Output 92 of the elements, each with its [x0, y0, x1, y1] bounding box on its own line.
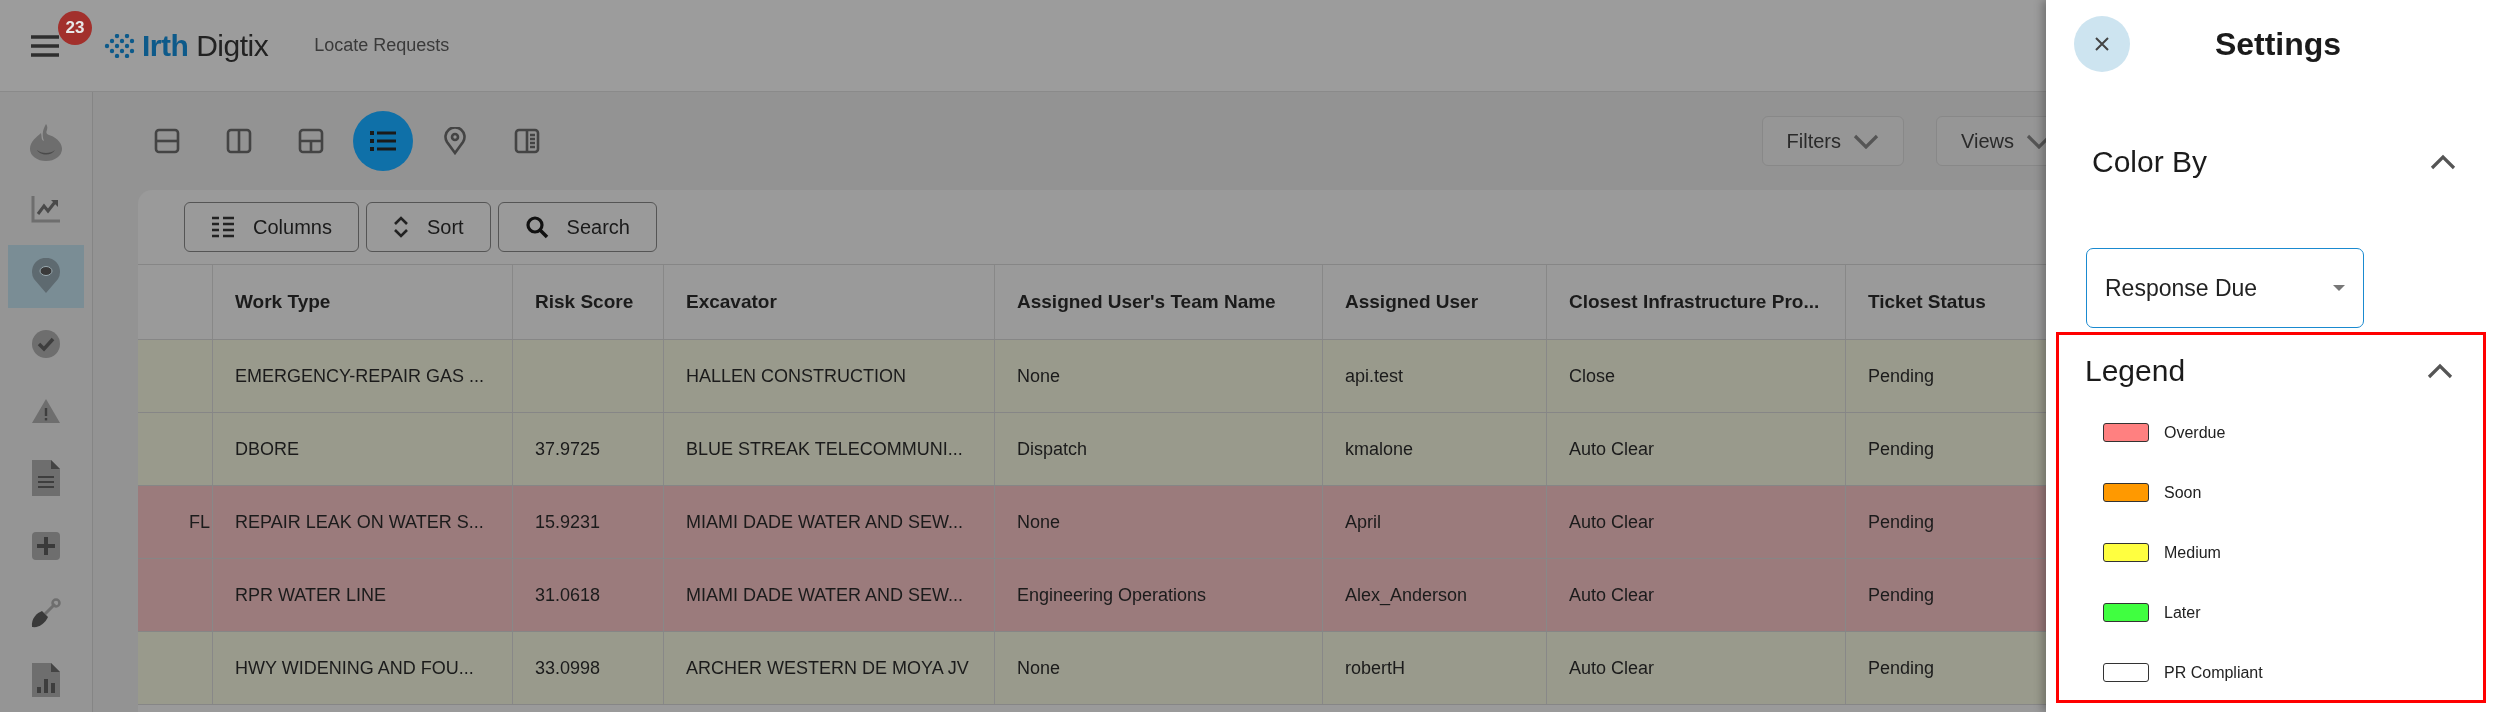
list-icon — [369, 129, 397, 153]
report-icon — [31, 662, 61, 699]
table-cell: api.test — [1345, 365, 1404, 387]
column-header[interactable]: Work Type — [213, 265, 513, 339]
legend-label: Medium — [2164, 543, 2221, 562]
table-cell: Pending — [1868, 511, 1935, 533]
pin-icon — [31, 258, 61, 295]
chart-icon — [31, 195, 61, 223]
chevron-down-icon[interactable] — [1853, 133, 1879, 149]
warning-icon — [31, 397, 61, 424]
section-title: Color By — [2092, 145, 2208, 179]
split-rows-icon — [154, 128, 180, 154]
menu-icon[interactable] — [30, 34, 60, 57]
table-cell: 37.9725 — [535, 438, 601, 460]
table-cell: April — [1345, 511, 1381, 533]
table-cell: Dispatch — [1017, 438, 1088, 460]
table-cell: 15.9231 — [535, 511, 601, 533]
shovel-icon — [31, 597, 61, 628]
columns-icon — [211, 216, 235, 238]
page-title: Locate Requests — [314, 35, 450, 56]
column-header[interactable]: Risk Score — [513, 265, 664, 339]
table-cell: Pending — [1868, 657, 1935, 679]
table-cell: EMERGENCY-REPAIR GAS ... — [235, 365, 485, 387]
legend-label: PR Compliant — [2164, 663, 2263, 682]
legend-label: Soon — [2164, 483, 2202, 502]
split-columns-icon — [226, 128, 252, 154]
table-cell: REPAIR LEAK ON WATER S... — [235, 511, 484, 533]
dropdown-button[interactable]: Views — [1936, 116, 2046, 166]
color-by-select[interactable]: Response Due — [2086, 248, 2364, 328]
column-header[interactable]: Assigned User's Team Name — [995, 265, 1323, 339]
table-cell: None — [1017, 511, 1061, 533]
toolbar-button[interactable]: Columns — [184, 202, 359, 252]
panel-title: Settings — [2213, 25, 2343, 63]
layout-icon — [298, 128, 324, 154]
table-row[interactable]: FL REPAIR LEAK ON WATER S... 15.9231 MIAMI DADE WATER AND SEW... None April Auto Clear Pending — [138, 486, 2046, 559]
table-cell: 33.0998 — [535, 657, 601, 679]
table-cell: RPR WATER LINE — [235, 584, 386, 606]
table-cell: robertH — [1345, 657, 1406, 679]
table-cell: HWY WIDENING AND FOU... — [235, 657, 474, 679]
table-cell: DBORE — [235, 438, 299, 460]
column-header[interactable]: Excavator — [664, 265, 995, 339]
legend-label: Overdue — [2164, 423, 2226, 442]
chevron-up-icon[interactable] — [2427, 363, 2453, 379]
table-cell: 31.0618 — [535, 584, 601, 606]
table-row[interactable]: HWY WIDENING AND FOU... 33.0998 ARCHER WESTERN DE MOYA JV None robertH Auto Clear Pending — [138, 632, 2046, 705]
flame-icon — [29, 122, 63, 161]
dropdown-button[interactable]: Filters — [1761, 116, 1904, 166]
chevron-down-icon[interactable] — [2026, 133, 2046, 149]
column-header[interactable]: Assigned User — [1323, 265, 1547, 339]
logo-icon — [104, 33, 136, 58]
table-cell: Auto Clear — [1569, 438, 1655, 460]
notification-badge: 23 — [58, 10, 92, 45]
view-button[interactable] — [353, 111, 413, 171]
table-cell: None — [1017, 365, 1061, 387]
section-title: Legend — [2085, 354, 2186, 388]
column-header[interactable]: Closest Infrastructure Pro... — [1547, 265, 1846, 339]
dropdown-arrow-icon — [2333, 285, 2345, 291]
table-cell: Pending — [1868, 584, 1935, 606]
table-cell: ARCHER WESTERN DE MOYA JV — [686, 657, 969, 679]
logo-text: Irth Digtix — [142, 28, 269, 63]
table-cell: MIAMI DADE WATER AND SEW... — [686, 511, 964, 533]
table-cell: Pending — [1868, 438, 1935, 460]
table-cell: Alex_Anderson — [1345, 584, 1468, 606]
chevron-up-icon[interactable] — [2430, 154, 2456, 170]
table-cell: Auto Clear — [1569, 584, 1655, 606]
toolbar-button[interactable]: Sort — [365, 202, 491, 252]
table-cell: Engineering Operations — [1017, 584, 1207, 606]
table-cell: None — [1017, 657, 1061, 679]
document-icon — [31, 459, 61, 498]
table-cell: FL — [189, 511, 210, 533]
close-icon — [2094, 36, 2110, 52]
toolbar-button[interactable]: Search — [497, 202, 657, 252]
table-cell: Close — [1569, 365, 1616, 387]
table-cell: MIAMI DADE WATER AND SEW... — [686, 584, 964, 606]
plus-icon — [31, 530, 61, 561]
check-icon — [31, 328, 61, 359]
side-panel-icon — [514, 128, 540, 154]
table-row[interactable]: RPR WATER LINE 31.0618 MIAMI DADE WATER AND SEW... Engineering Operations Alex_Anderson Auto Clear Pending — [138, 559, 2046, 632]
table-row[interactable]: EMERGENCY-REPAIR GAS ... HALLEN CONSTRUCTION None api.test Close Pending — [138, 340, 2046, 413]
search-icon — [524, 215, 549, 239]
table-cell: HALLEN CONSTRUCTION — [686, 365, 907, 387]
legend-label: Later — [2164, 603, 2201, 622]
column-header[interactable]: Ticket Status — [1846, 265, 2046, 339]
table-cell: kmalone — [1345, 438, 1414, 460]
close-button[interactable] — [2074, 16, 2130, 72]
table-cell: Pending — [1868, 365, 1935, 387]
sort-icon — [392, 215, 409, 239]
table-cell: Auto Clear — [1569, 511, 1655, 533]
pin-icon — [444, 127, 466, 155]
table-cell: Auto Clear — [1569, 657, 1655, 679]
table-cell: BLUE STREAK TELECOMMUNI... — [686, 438, 963, 460]
table-row[interactable]: DBORE 37.9725 BLUE STREAK TELECOMMUNI... Dispatch kmalone Auto Clear Pending — [138, 413, 2046, 486]
